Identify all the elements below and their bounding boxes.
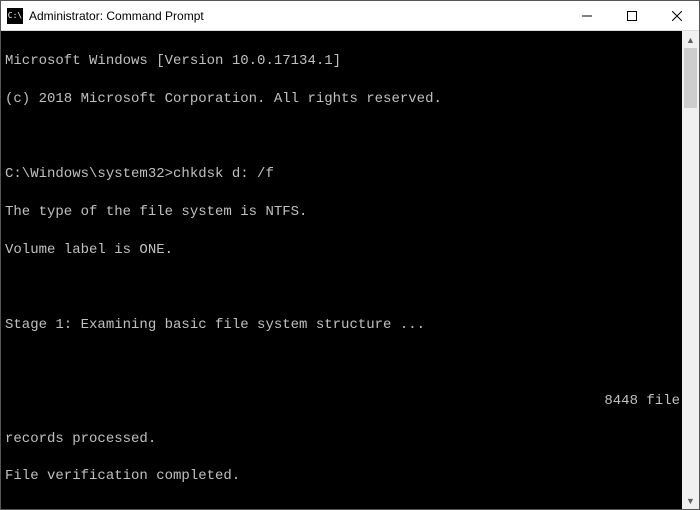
scroll-down-button[interactable]: ▼	[682, 492, 699, 509]
terminal-line: records processed.	[5, 430, 682, 449]
scrollbar-thumb[interactable]	[684, 48, 697, 108]
window-controls	[564, 1, 699, 30]
window-title: Administrator: Command Prompt	[29, 9, 564, 23]
minimize-button[interactable]	[564, 1, 609, 30]
terminal-line: Microsoft Windows [Version 10.0.17134.1]	[5, 52, 682, 71]
terminal-line	[5, 127, 682, 146]
terminal-line: (c) 2018 Microsoft Corporation. All righ…	[5, 90, 682, 109]
terminal-line	[5, 279, 682, 298]
maximize-icon	[627, 11, 637, 21]
terminal-line: The type of the file system is NTFS.	[5, 203, 682, 222]
chevron-down-icon: ▼	[686, 496, 695, 506]
chevron-up-icon: ▲	[686, 35, 695, 45]
cmd-icon: C:\	[7, 8, 23, 24]
scroll-up-button[interactable]: ▲	[682, 31, 699, 48]
terminal-output[interactable]: Microsoft Windows [Version 10.0.17134.1]…	[1, 31, 682, 509]
close-button[interactable]	[654, 1, 699, 30]
minimize-icon	[582, 11, 592, 21]
content-area: Microsoft Windows [Version 10.0.17134.1]…	[1, 31, 699, 509]
cmd-icon-label: C:\	[8, 11, 22, 20]
terminal-line: Stage 1: Examining basic file system str…	[5, 316, 682, 335]
terminal-line: 8448 file	[5, 392, 682, 411]
vertical-scrollbar[interactable]: ▲ ▼	[682, 31, 699, 509]
terminal-line: C:\Windows\system32>chkdsk d: /f	[5, 165, 682, 184]
terminal-line	[5, 354, 682, 373]
close-icon	[672, 11, 682, 21]
terminal-line: File verification completed.	[5, 467, 682, 486]
scrollbar-track[interactable]	[682, 48, 699, 492]
maximize-button[interactable]	[609, 1, 654, 30]
command-prompt-window: C:\ Administrator: Command Prompt Micros…	[0, 0, 700, 510]
terminal-line: Volume label is ONE.	[5, 241, 682, 260]
titlebar[interactable]: C:\ Administrator: Command Prompt	[1, 1, 699, 31]
terminal-line	[5, 505, 682, 509]
